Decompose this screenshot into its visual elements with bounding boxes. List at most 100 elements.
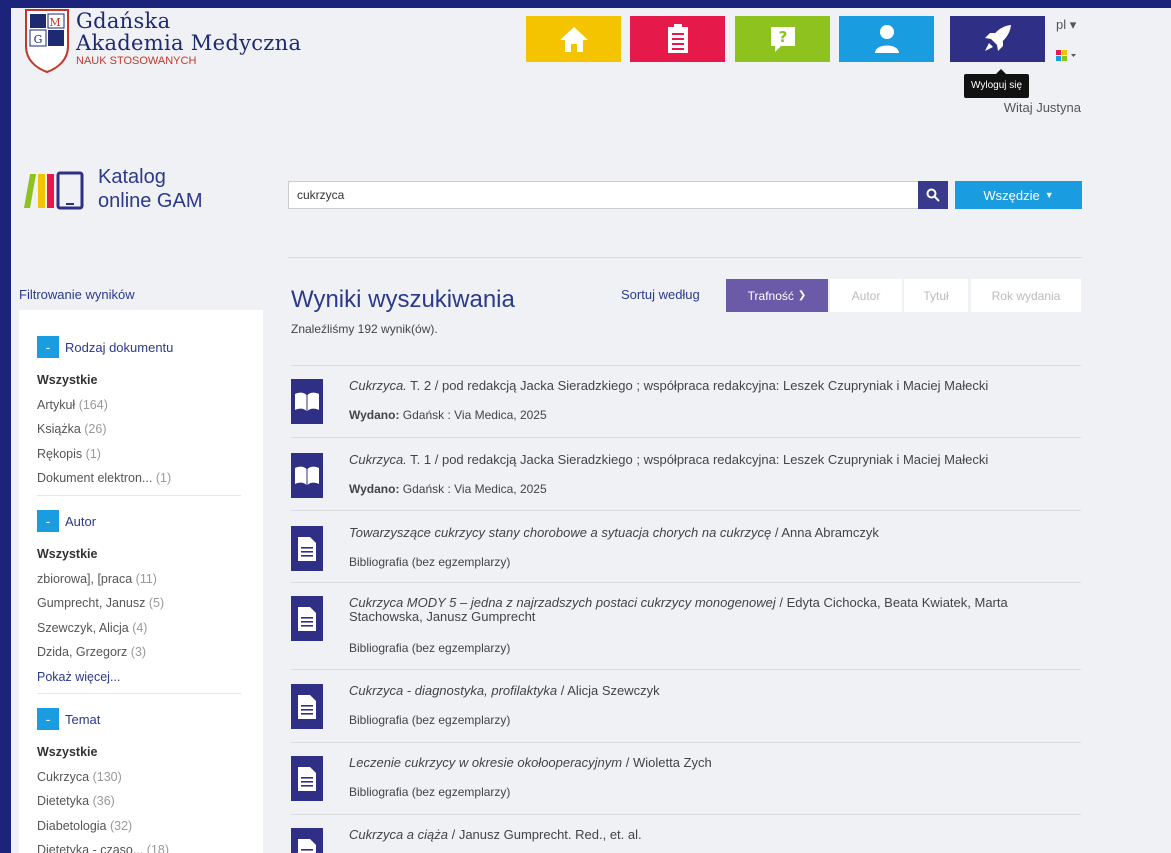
- facet-option[interactable]: Szewczyk, Alicja (4): [37, 616, 241, 641]
- result-meta: Wydano: Gdańsk : Via Medica, 2025: [349, 408, 547, 422]
- search-scope-dropdown[interactable]: Wszędzie ▼: [955, 181, 1082, 209]
- facet-collapse-button[interactable]: -: [37, 336, 59, 358]
- result-item[interactable]: Towarzyszące cukrzycy stany chorobowe a …: [291, 526, 1081, 586]
- result-title[interactable]: Leczenie cukrzycy w okresie okołooperacy…: [349, 756, 1049, 770]
- logo-line-1: Gdańska: [76, 9, 171, 33]
- facet-option[interactable]: Cukrzyca (130): [37, 765, 241, 790]
- results-divider: [291, 510, 1081, 511]
- facet-option[interactable]: Dokument elektron... (1): [37, 466, 241, 491]
- flag-icon[interactable]: [1056, 46, 1076, 61]
- svg-text:?: ?: [778, 28, 787, 46]
- search-input[interactable]: [288, 181, 926, 209]
- facet-option[interactable]: Diabetologia (32): [37, 814, 241, 839]
- document-icon: [291, 756, 323, 801]
- facet-option[interactable]: Książka (26): [37, 417, 241, 442]
- results-count: Znaleźliśmy 192 wynik(ów).: [291, 322, 438, 336]
- facet-label: Rodzaj dokumentu: [65, 339, 174, 355]
- sort-author-button[interactable]: Autor: [830, 279, 902, 312]
- result-title[interactable]: Cukrzyca a ciąża / Janusz Gumprecht. Red…: [349, 828, 1049, 842]
- result-meta: Bibliografia (bez egzemplarzy): [349, 555, 511, 569]
- logo-text: Gdańska Akademia Medyczna NAUK STOSOWANY…: [76, 10, 301, 67]
- document-icon: [291, 596, 323, 641]
- facet-label: Autor: [65, 513, 97, 529]
- result-title[interactable]: Cukrzyca MODY 5 – jedna z najrzadszych p…: [349, 596, 1049, 624]
- facet-collapse-button[interactable]: -: [37, 510, 59, 532]
- document-icon: [291, 526, 323, 571]
- search-button[interactable]: [918, 181, 948, 209]
- sort-label: Sortuj według: [621, 287, 700, 302]
- facet-collapse-button[interactable]: -: [37, 708, 59, 730]
- sort-year-button[interactable]: Rok wydania: [971, 279, 1081, 312]
- logo-line-3: NAUK STOSOWANYCH: [76, 55, 197, 67]
- book-icon: [291, 453, 323, 498]
- logout-tooltip: Wyloguj się: [964, 69, 1030, 98]
- result-title[interactable]: Cukrzyca. T. 2 / pod redakcją Jacka Sier…: [349, 379, 1049, 393]
- catalog-logo-icon: [24, 171, 84, 210]
- result-item[interactable]: Leczenie cukrzycy w okresie okołooperacy…: [291, 756, 1081, 816]
- facet-subject: - Temat Wszystkie Cukrzyca (130) Dietety…: [37, 708, 241, 853]
- chevron-down-icon: ❯: [797, 290, 807, 301]
- svg-text:G: G: [34, 33, 43, 46]
- result-item[interactable]: Cukrzyca. T. 1 / pod redakcją Jacka Sier…: [291, 453, 1081, 513]
- facet-option[interactable]: Dietetyka (36): [37, 789, 241, 814]
- facet-option[interactable]: Wszystkie: [37, 368, 241, 393]
- facet-option[interactable]: Wszystkie: [37, 542, 241, 567]
- result-title[interactable]: Cukrzyca - diagnostyka, profilaktyka / A…: [349, 684, 1049, 698]
- language-selector[interactable]: pl ▾: [1056, 17, 1076, 33]
- search-scope-label: Wszędzie: [983, 187, 1040, 203]
- sort-title-button[interactable]: Tytuł: [904, 279, 968, 312]
- catalog-title-line-2: online GAM: [98, 190, 203, 212]
- facet-option[interactable]: Dzida, Grzegorz (3): [37, 640, 241, 665]
- facet-option[interactable]: Artykuł (164): [37, 393, 241, 418]
- facet-option[interactable]: zbiorowa], [praca (11): [37, 567, 241, 592]
- book-icon: [291, 379, 323, 424]
- results-divider: [291, 437, 1081, 438]
- crest-icon: M G: [25, 9, 69, 74]
- site-logo[interactable]: M G Gdańska Akademia Medyczna NAUK STOSO…: [24, 8, 324, 78]
- header-divider: [288, 257, 1082, 258]
- sort-relevance-button[interactable]: Trafność ❯: [726, 279, 828, 312]
- facet-option[interactable]: Wszystkie: [37, 740, 241, 765]
- filter-title: Filtrowanie wyników: [19, 287, 135, 302]
- search-icon: [926, 188, 940, 202]
- nav-user-button[interactable]: [839, 16, 934, 62]
- result-meta: Bibliografia (bez egzemplarzy): [349, 785, 511, 799]
- user-icon: [874, 25, 899, 53]
- facet-document-type: - Rodzaj dokumentu Wszystkie Artykuł (16…: [37, 336, 241, 496]
- facet-header: - Temat: [37, 708, 241, 730]
- result-item[interactable]: Cukrzyca MODY 5 – jedna z najrzadszych p…: [291, 596, 1081, 668]
- facet-option[interactable]: Dietetyka - czaso... (18): [37, 838, 241, 853]
- filter-sidebar: - Rodzaj dokumentu Wszystkie Artykuł (16…: [19, 310, 263, 853]
- facet-header: - Rodzaj dokumentu: [37, 336, 241, 358]
- result-title[interactable]: Cukrzyca. T. 1 / pod redakcją Jacka Sier…: [349, 453, 1049, 467]
- home-icon: [559, 27, 588, 52]
- nav-home-button[interactable]: [526, 16, 621, 62]
- facet-option[interactable]: Rękopis (1): [37, 442, 241, 467]
- facet-option[interactable]: Gumprecht, Janusz (5): [37, 591, 241, 616]
- result-item[interactable]: Cukrzyca. T. 2 / pod redakcją Jacka Sier…: [291, 379, 1081, 439]
- document-icon: [291, 684, 323, 729]
- caret-down-icon: ▼: [1044, 190, 1054, 200]
- results-title: Wyniki wyszukiwania: [291, 286, 515, 313]
- result-item[interactable]: Cukrzyca a ciąża / Janusz Gumprecht. Red…: [291, 828, 1081, 853]
- facet-header: - Autor: [37, 510, 241, 532]
- show-more-link[interactable]: Pokaż więcej...: [37, 665, 241, 689]
- facet-label: Temat: [65, 711, 101, 727]
- results-divider: [291, 582, 1081, 583]
- facet-divider: [37, 692, 241, 694]
- result-item[interactable]: Cukrzyca - diagnostyka, profilaktyka / A…: [291, 684, 1081, 744]
- nav-help-button[interactable]: ?: [735, 16, 830, 62]
- logo-line-2: Akademia Medyczna: [76, 31, 302, 55]
- help-icon: ?: [770, 27, 795, 52]
- results-divider: [291, 742, 1081, 743]
- facet-author: - Autor Wszystkie zbiorowa], [praca (11)…: [37, 510, 241, 694]
- results-divider: [291, 814, 1081, 815]
- nav-clipboard-button[interactable]: [630, 16, 725, 62]
- result-meta: Bibliografia (bez egzemplarzy): [349, 713, 511, 727]
- catalog-title-line-1: Katalog: [98, 166, 166, 188]
- result-title[interactable]: Towarzyszące cukrzycy stany chorobowe a …: [349, 526, 1049, 540]
- page-frame: M G Gdańska Akademia Medyczna NAUK STOSO…: [11, 8, 1171, 853]
- clipboard-icon: [667, 24, 688, 53]
- document-icon: [291, 828, 323, 853]
- nav-logout-button[interactable]: [950, 16, 1045, 62]
